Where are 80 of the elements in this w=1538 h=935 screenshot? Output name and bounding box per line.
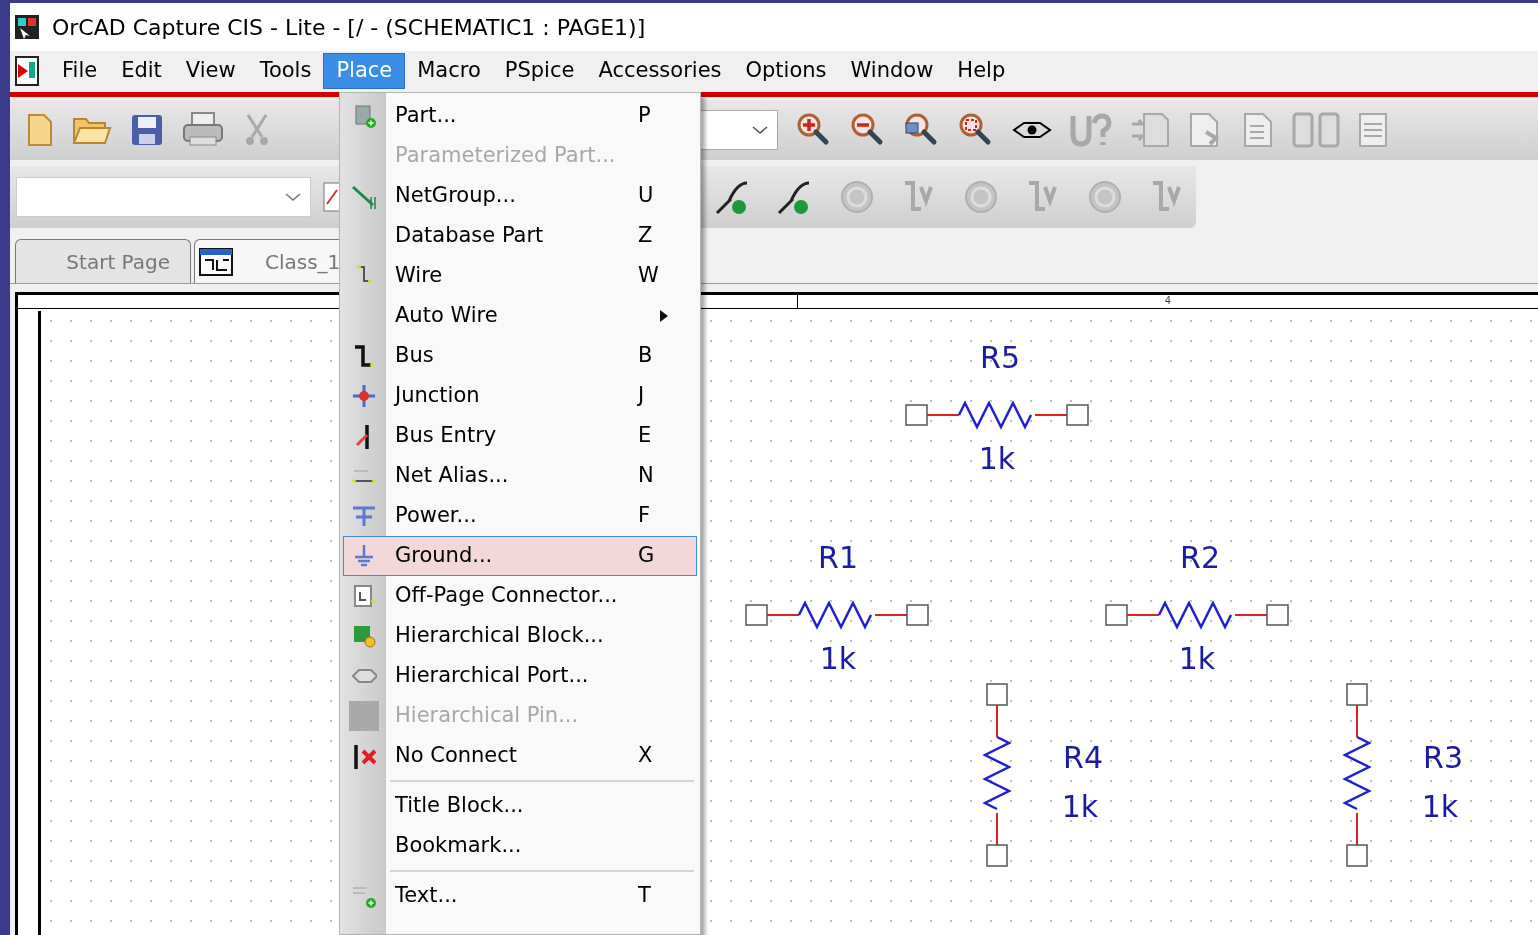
menu-item[interactable]: Auto Wire [343, 296, 697, 336]
menu-item-label: Text... [395, 882, 459, 910]
menu-item-label: Ground... [395, 542, 494, 570]
part-reference: R2 [1180, 540, 1220, 575]
menu-item[interactable]: Help [945, 53, 1018, 89]
menu-item[interactable]: Off-Page Connector... [343, 576, 697, 616]
menu-item-label: Bookmark... [395, 832, 523, 860]
part-reference: R5 [980, 340, 1020, 375]
menu-item[interactable]: No Connect X [343, 736, 697, 776]
junction-icon [351, 383, 377, 409]
chevron-down-icon [284, 192, 302, 202]
menu-item[interactable]: Edit [109, 53, 174, 89]
part-reference: R4 [1063, 740, 1103, 775]
off-page-icon [351, 583, 377, 609]
pin-icon [349, 701, 379, 731]
menu-item[interactable]: Power... F [343, 496, 697, 536]
no-connect-icon [351, 743, 377, 769]
netlist-icon [1242, 111, 1274, 148]
menu-item-label: Bus [395, 342, 435, 370]
part-value: 1k [1061, 789, 1099, 824]
menu-item[interactable]: Ground... G [343, 536, 697, 576]
menu-item[interactable]: Bus Entry E [343, 416, 697, 456]
part-value: 1k [819, 641, 857, 676]
menu-item[interactable]: Bus B [343, 336, 697, 376]
menu-item-label: Off-Page Connector... [395, 582, 619, 610]
menu-item[interactable]: Macro [405, 53, 493, 89]
dropdown-field[interactable] [16, 177, 311, 217]
ruler-label: 4 [1164, 295, 1172, 308]
menu-item-label: No Connect [395, 742, 519, 770]
report-icon [1358, 111, 1388, 148]
schematic-page-icon [199, 247, 233, 276]
menu-item[interactable]: Options [733, 53, 839, 89]
part-value: 1k [978, 441, 1016, 476]
chevron-down-icon [751, 124, 769, 135]
document-icon[interactable] [14, 56, 40, 86]
window-title: OrCAD Capture CIS - Lite - [/ - (SCHEMATIC1 : PAGE1)] [52, 13, 646, 42]
menu-item[interactable]: Tools [247, 53, 324, 89]
print-icon[interactable] [182, 110, 224, 149]
menu-item-label: Junction [395, 382, 481, 410]
part-value: 1k [1421, 789, 1459, 824]
menu-item[interactable]: Bookmark... [343, 826, 697, 866]
menu-item-label: Database Part [395, 222, 545, 250]
document-tab[interactable]: Start Page [15, 239, 191, 283]
annotate-icon [1070, 112, 1112, 147]
netgroup-icon [351, 183, 377, 209]
app-icon [14, 14, 40, 40]
menu-item-label: Power... [395, 502, 478, 530]
eye-icon[interactable] [1012, 119, 1052, 140]
menu-item[interactable]: NetGroup... U [343, 176, 697, 216]
menu-item[interactable]: Hierarchical Port... [343, 656, 697, 696]
menu-item[interactable]: Junction J [343, 376, 697, 416]
menu-item-label: Wire [395, 262, 444, 290]
menu-item-label: NetGroup... [395, 182, 517, 210]
part-reference: R1 [818, 540, 858, 575]
menu-item[interactable]: File [50, 53, 110, 89]
menu-item[interactable]: Title Block... [343, 786, 697, 826]
menu-item-label: Bus Entry [395, 422, 498, 450]
submenu-arrow-icon [660, 310, 668, 322]
menu-item-label: Part... [395, 102, 458, 130]
back-annotate-icon [1130, 111, 1170, 148]
menu-item[interactable]: Hierarchical Block... [343, 616, 697, 656]
menu-item[interactable]: Part... P [343, 96, 697, 136]
menu-item[interactable]: View [173, 53, 248, 89]
menu-item-label: Hierarchical Block... [395, 622, 605, 650]
menu-item-label: Auto Wire [395, 302, 499, 330]
menu-item-label: Hierarchical Pin... [395, 702, 580, 730]
save-icon[interactable] [130, 112, 164, 147]
menu-item[interactable]: PSpice [492, 53, 587, 89]
part-value: 1k [1178, 641, 1216, 676]
menu-item[interactable]: Accessories [586, 53, 734, 89]
menu-item[interactable]: Net Alias... N [343, 456, 697, 496]
menu-item-label: Parameterized Part... [395, 142, 617, 170]
menu-item-label: Title Block... [395, 792, 525, 820]
menu-item[interactable]: Text... T [343, 876, 697, 916]
block-icon [351, 623, 377, 649]
compare-icon [1292, 111, 1340, 148]
part-reference: R3 [1423, 740, 1463, 775]
menu-item[interactable]: Window [838, 53, 946, 89]
menu-item-label: Hierarchical Port... [395, 662, 590, 690]
menu-item-label: Net Alias... [395, 462, 510, 490]
